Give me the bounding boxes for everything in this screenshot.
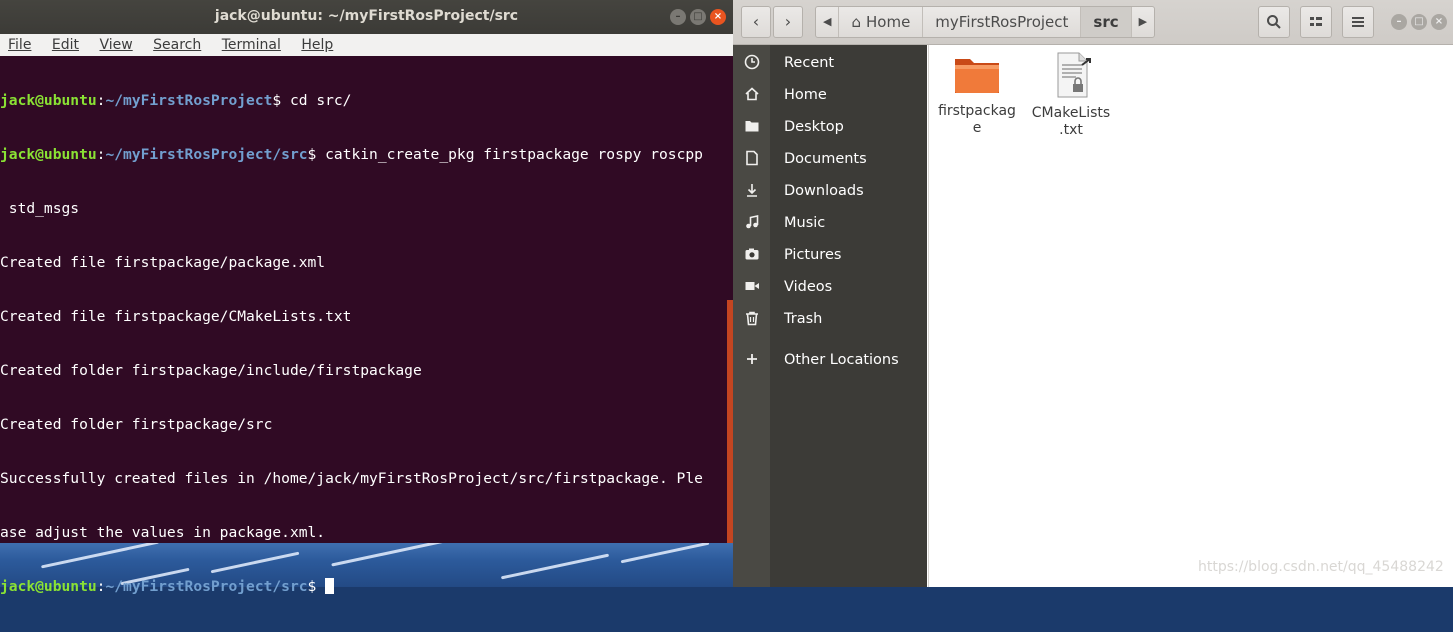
minimize-icon[interactable]: –	[1391, 14, 1407, 30]
maximize-icon[interactable]: □	[1411, 14, 1427, 30]
sidebar-item-trash[interactable]: Trash	[733, 303, 927, 335]
terminal-line: ase adjust the values in package.xml.	[0, 524, 326, 541]
sidebar-item-recent[interactable]: Recent	[733, 47, 927, 79]
close-icon[interactable]: ×	[1431, 14, 1447, 30]
locked-text-file-icon	[1057, 52, 1091, 98]
text-cursor	[325, 578, 335, 594]
folder-icon	[955, 59, 999, 93]
camera-icon	[742, 246, 762, 264]
terminal-title: jack@ubuntu: ~/myFirstRosProject/src	[214, 8, 519, 24]
sidebar-item-label: Desktop	[784, 119, 844, 135]
file-manager-window[interactable]: ‹ › ◀ ⌂ Home myFirstRosProject src ▶ – □ …	[733, 0, 1453, 587]
menu-edit[interactable]: Edit	[48, 34, 83, 56]
menu-terminal[interactable]: Terminal	[218, 34, 285, 56]
clock-icon	[742, 54, 762, 72]
plus-icon	[742, 351, 762, 369]
home-icon: ⌂	[851, 13, 861, 31]
hamburger-icon	[1352, 17, 1364, 27]
breadcrumb-src[interactable]: src	[1081, 7, 1132, 37]
video-icon	[742, 278, 762, 296]
home-icon	[742, 86, 762, 104]
file-item-cmakelists[interactable]: CMakeLists .txt	[1028, 51, 1114, 139]
terminal-line: Created folder firstpackage/include/firs…	[0, 362, 422, 379]
sidebar-item-other-locations[interactable]: Other Locations	[733, 344, 927, 376]
search-icon	[1267, 15, 1281, 29]
sidebar-item-music[interactable]: Music	[733, 207, 927, 239]
menu-file[interactable]: File	[4, 34, 35, 56]
file-manager-headerbar: ‹ › ◀ ⌂ Home myFirstRosProject src ▶ – □ …	[733, 0, 1453, 45]
grid-view-icon	[1310, 17, 1322, 26]
trash-icon	[742, 310, 762, 328]
terminal-line: jack@ubuntu:~/myFirstRosProject/src$ cat…	[0, 146, 703, 163]
sidebar-item-label: Videos	[784, 279, 833, 295]
file-view[interactable]: firstpackag e CMakeLists .txt	[928, 45, 1453, 587]
forward-button[interactable]: ›	[773, 6, 803, 38]
menu-view[interactable]: View	[95, 34, 136, 56]
sidebar-item-label: Documents	[784, 151, 867, 167]
terminal-line: Successfully created files in /home/jack…	[0, 470, 703, 487]
watermark: https://blog.csdn.net/qq_45488242	[1198, 559, 1444, 575]
file-manager-window-controls: – □ ×	[1391, 14, 1447, 30]
terminal-line: std_msgs	[0, 200, 80, 217]
sidebar-item-label: Pictures	[784, 247, 842, 263]
back-button[interactable]: ‹	[741, 6, 771, 38]
sidebar-item-pictures[interactable]: Pictures	[733, 239, 927, 271]
breadcrumb: ◀ ⌂ Home myFirstRosProject src ▶	[815, 6, 1156, 38]
menu-search[interactable]: Search	[149, 34, 205, 56]
sidebar-item-label: Music	[784, 215, 826, 231]
close-icon[interactable]: ×	[710, 9, 726, 25]
breadcrumb-myfirstrosproject[interactable]: myFirstRosProject	[923, 7, 1082, 37]
sidebar-item-home[interactable]: Home	[733, 79, 927, 111]
terminal-titlebar[interactable]: jack@ubuntu: ~/myFirstRosProject/src – □…	[0, 0, 733, 34]
file-name: CMakeLists .txt	[1031, 105, 1111, 138]
sidebar-item-label: Recent	[784, 55, 835, 71]
terminal-line: jack@ubuntu:~/myFirstRosProject/src$	[0, 578, 726, 596]
download-icon	[742, 182, 762, 200]
search-button[interactable]	[1258, 6, 1290, 38]
sidebar-item-label: Home	[784, 87, 827, 103]
maximize-icon[interactable]: □	[690, 9, 706, 25]
sidebar-item-videos[interactable]: Videos	[733, 271, 927, 303]
terminal-window[interactable]: jack@ubuntu: ~/myFirstRosProject/src – □…	[0, 0, 733, 595]
menu-button[interactable]	[1342, 6, 1374, 38]
music-icon	[742, 214, 762, 232]
terminal-line: Created file firstpackage/CMakeLists.txt	[0, 308, 352, 325]
sidebar-item-desktop[interactable]: Desktop	[733, 111, 927, 143]
terminal-line: Created file firstpackage/package.xml	[0, 254, 326, 271]
file-name: firstpackag e	[938, 103, 1016, 136]
sidebar-item-label: Other Locations	[784, 352, 899, 368]
sidebar-item-documents[interactable]: Documents	[733, 143, 927, 175]
sidebar-item-downloads[interactable]: Downloads	[733, 175, 927, 207]
file-item-folder[interactable]: firstpackag e	[934, 51, 1020, 137]
terminal-output[interactable]: jack@ubuntu:~/myFirstRosProject$ cd src/…	[0, 56, 726, 595]
menu-help[interactable]: Help	[297, 34, 337, 56]
terminal-line: Created folder firstpackage/src	[0, 416, 273, 433]
folder-icon	[742, 118, 762, 136]
view-toggle-button[interactable]	[1300, 6, 1332, 38]
breadcrumb-right-arrow-icon[interactable]: ▶	[1132, 7, 1154, 37]
document-icon	[742, 150, 762, 168]
breadcrumb-left-arrow-icon[interactable]: ◀	[816, 7, 840, 37]
terminal-line: jack@ubuntu:~/myFirstRosProject$ cd src/	[0, 92, 352, 109]
terminal-menubar: File Edit View Search Terminal Help	[0, 34, 733, 56]
sidebar-item-label: Downloads	[784, 183, 864, 199]
breadcrumb-home[interactable]: ⌂ Home	[839, 7, 924, 37]
sidebar-item-label: Trash	[784, 311, 823, 327]
minimize-icon[interactable]: –	[670, 9, 686, 25]
terminal-window-controls: – □ ×	[670, 9, 726, 25]
